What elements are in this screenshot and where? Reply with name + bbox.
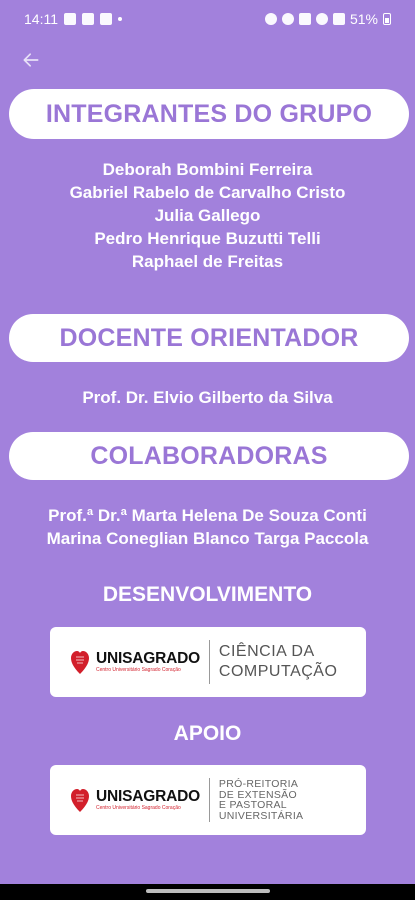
dept-line: CIÊNCIA DA [218,643,315,660]
colaboradoras-list: Prof.ª Dr.ª Marta Helena De Souza Conti … [0,504,415,550]
wifi-icon [315,13,328,25]
back-button[interactable] [16,46,46,74]
status-right: 51% [264,11,391,27]
brand-name: UNISAGRADO [96,649,200,667]
member-name: Raphael de Freitas [131,252,284,271]
colaboradoras-title-pill: COLABORADORAS [9,432,409,480]
member-name: Gabriel Rabelo de Carvalho Cristo [69,183,346,202]
docente-title-pill: DOCENTE ORIENTADOR [9,314,409,362]
desenvolvimento-logo: UNISAGRADO Centro Universitário Sagrado … [50,627,366,697]
signal-icon [332,13,345,25]
dept-line: PRÓ-REITORIA [218,778,299,790]
integrantes-title-pill: INTEGRANTES DO GRUPO [9,89,409,139]
members-list: Deborah Bombini Ferreira Gabriel Rabelo … [0,158,415,273]
integrantes-title: INTEGRANTES DO GRUPO [45,99,373,128]
app-notification-icon [82,13,94,25]
battery-percent: 51% [349,11,378,27]
colaboradoras-title: COLABORADORAS [90,441,328,470]
docente-title: DOCENTE ORIENTADOR [59,323,359,352]
apoio-title: APOIO [173,722,242,745]
status-time: 14:11 [24,11,58,27]
logo-divider [208,778,210,822]
app-notification-icon-2 [100,13,112,25]
unisagrado-heart-icon [71,651,89,674]
dept-line: UNIVERSITÁRIA [218,809,304,822]
status-left: 14:11 [24,11,122,27]
brand-subtitle: Centro Universitário Sagrado Coração [96,804,181,811]
dept-block: CIÊNCIA DA COMPUTAÇÃO [219,642,337,682]
arrow-left-icon [23,53,39,67]
mute-icon [298,13,311,25]
logo-divider [208,640,210,684]
apoio-logo: UNISAGRADO Centro Universitário Sagrado … [50,765,366,835]
docente-name: Prof. Dr. Elvio Gilberto da Silva [82,388,333,407]
alarm-icon [281,13,294,25]
colaboradora-name: Marina Coneglian Blanco Targa Paccola [46,529,369,548]
desenvolvimento-title: DESENVOLVIMENTO [102,583,313,606]
member-name: Deborah Bombini Ferreira [102,160,313,179]
dept-block: PRÓ-REITORIA DE EXTENSÃO E PASTORAL UNIV… [219,779,303,821]
status-bar: 14:11 51% [0,0,415,38]
member-name: Julia Gallego [154,206,261,225]
brand-name: UNISAGRADO [96,787,200,805]
data-saver-icon [264,13,277,25]
dept-line: COMPUTAÇÃO [218,663,338,680]
brand-block: UNISAGRADO Centro Universitário Sagrado … [96,787,200,812]
gallery-icon [64,13,76,25]
more-notifications-icon [118,17,122,21]
unisagrado-heart-icon [71,789,89,812]
home-gesture-handle[interactable] [146,889,270,893]
brand-subtitle: Centro Universitário Sagrado Coração [96,666,181,673]
battery-icon [383,13,391,25]
colaboradora-name: Prof.ª Dr.ª Marta Helena De Souza Conti [48,506,367,525]
docente-block: Prof. Dr. Elvio Gilberto da Silva [0,386,415,409]
dept-line: E PASTORAL [218,799,287,811]
brand-block: UNISAGRADO Centro Universitário Sagrado … [96,649,200,674]
member-name: Pedro Henrique Buzutti Telli [94,229,321,248]
